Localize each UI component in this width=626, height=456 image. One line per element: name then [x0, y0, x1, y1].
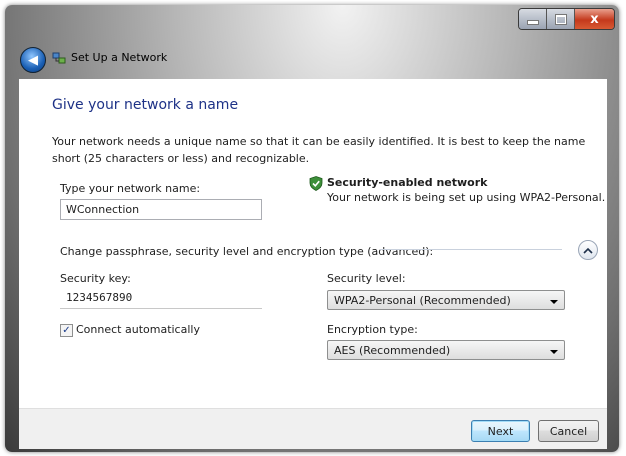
network-name-label: Type your network name: — [60, 182, 201, 195]
security-level-dropdown[interactable]: WPA2-Personal (Recommended) — [327, 290, 565, 310]
connect-automatically-label[interactable]: Connect automatically — [76, 323, 200, 336]
button-bar: Next Cancel — [19, 408, 607, 449]
close-icon: x — [590, 11, 599, 27]
network-setup-icon — [52, 52, 66, 64]
dropdown-arrow-icon — [550, 350, 558, 354]
back-button[interactable]: ◀ — [20, 47, 46, 73]
next-button[interactable]: Next — [471, 420, 530, 442]
setup-network-window: x ◀ Set Up a Network Give your network a… — [5, 5, 619, 452]
security-level-value: WPA2-Personal (Recommended) — [334, 293, 511, 307]
security-status-title: Security-enabled network — [327, 176, 488, 189]
security-status-text: Your network is being set up using WPA2-… — [327, 191, 606, 204]
shield-check-icon — [309, 176, 323, 191]
content-pane: Give your network a name Your network ne… — [19, 79, 607, 408]
security-key-input[interactable]: 1234567890 — [60, 289, 262, 309]
security-key-label: Security key: — [60, 272, 131, 285]
window-title: Set Up a Network — [71, 51, 168, 64]
network-name-input[interactable]: WConnection — [60, 199, 262, 220]
advanced-divider — [380, 249, 562, 250]
encryption-type-value: AES (Recommended) — [334, 343, 451, 357]
back-arrow-icon: ◀ — [28, 52, 38, 68]
cancel-button[interactable]: Cancel — [538, 420, 599, 442]
security-level-label: Security level: — [327, 272, 406, 285]
chevron-up-icon — [583, 247, 593, 254]
maximize-button[interactable] — [547, 9, 575, 29]
dropdown-arrow-icon — [550, 300, 558, 304]
page-description: Your network needs a unique name so that… — [52, 135, 586, 165]
close-button[interactable]: x — [575, 9, 614, 29]
minimize-button[interactable] — [519, 9, 547, 29]
encryption-type-dropdown[interactable]: AES (Recommended) — [327, 340, 565, 360]
connect-automatically-checkbox[interactable]: ✓ — [60, 324, 73, 337]
advanced-expander-button[interactable] — [578, 240, 598, 260]
maximize-icon — [555, 14, 566, 24]
checkmark-icon: ✓ — [62, 325, 71, 336]
window-controls: x — [518, 8, 615, 30]
advanced-options-label: Change passphrase, security level and en… — [60, 245, 434, 258]
minimize-icon — [526, 19, 539, 25]
encryption-type-label: Encryption type: — [327, 323, 418, 336]
page-title: Give your network a name — [52, 97, 239, 113]
